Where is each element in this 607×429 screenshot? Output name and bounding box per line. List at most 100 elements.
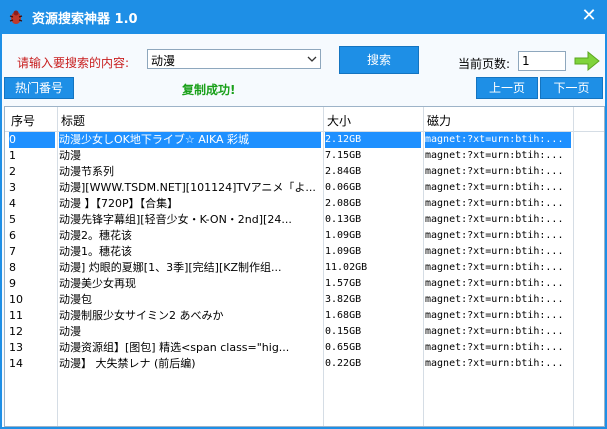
table-row[interactable]: 5 动漫先锋字幕组][轻音少女・K-ON・2nd][24... 0.13GB magn…	[5, 212, 604, 228]
row-title: 动漫	[59, 149, 81, 162]
row-magnet: magnet:?xt=urn:btih:...	[425, 198, 564, 209]
row-size: 0.06GB	[325, 182, 362, 193]
arrow-right-icon[interactable]	[572, 48, 602, 74]
row-size: 0.13GB	[325, 214, 362, 225]
title-bar: 资源搜索神器 1.0 ✕	[0, 0, 607, 34]
window-title: 资源搜索神器 1.0	[32, 11, 138, 27]
row-index: 10	[9, 293, 23, 306]
table-row[interactable]: 4 动漫 】【720P】【合集】 2.08GB magnet:?xt=urn:btih…	[5, 196, 604, 212]
row-index: 13	[9, 341, 23, 354]
row-magnet: magnet:?xt=urn:btih:...	[425, 342, 564, 353]
row-title: 动漫】 大失禁レナ (前后编)	[59, 357, 196, 370]
row-index: 0	[9, 132, 55, 148]
row-index: 6	[9, 229, 16, 242]
table-row[interactable]: 3 动漫][WWW.TSDM.NET][101124]TVアニメ「よ... 0.06…	[5, 180, 604, 196]
row-size: 7.15GB	[325, 150, 362, 161]
row-title: 动漫 】【720P】【合集】	[59, 197, 179, 210]
row-magnet: magnet:?xt=urn:btih:...	[425, 150, 564, 161]
close-icon: ✕	[581, 5, 597, 26]
table-header: 序号 标题 大小 磁力	[5, 107, 604, 132]
table-row[interactable]: 11 动漫制服少女サイミン2 あべみか 1.68GB magnet:?xt=urn:b…	[5, 308, 604, 324]
column-header-index[interactable]: 序号	[11, 112, 35, 129]
row-index: 9	[9, 277, 16, 290]
row-title: 动漫制服少女サイミン2 あべみか	[59, 309, 224, 322]
row-size: 1.09GB	[325, 246, 362, 257]
row-size: 0.65GB	[325, 342, 362, 353]
row-magnet: magnet:?xt=urn:btih:...	[425, 246, 564, 257]
main-panel: 请输入要搜索的内容: 动漫 搜索 当前页数: 1 热门番号 复制成功! 上一页 …	[2, 34, 605, 427]
table-row[interactable]: 2 动漫节系列 2.84GB magnet:?xt=urn:btih:...	[5, 164, 604, 180]
row-magnet: magnet:?xt=urn:btih:...	[425, 230, 564, 241]
search-input-value: 动漫	[151, 54, 176, 68]
prev-page-button[interactable]: 上一页	[476, 77, 538, 99]
row-index: 7	[9, 245, 16, 258]
row-index: 12	[9, 325, 23, 338]
table-row[interactable]: 13 动漫资源组】[图包] 精选<span class="hig... 0.65GB…	[5, 340, 604, 356]
table-row[interactable]: 9 动漫美少女再现 1.57GB magnet:?xt=urn:btih:...	[5, 276, 604, 292]
table-row[interactable]: 12 动漫 0.15GB magnet:?xt=urn:btih:...	[5, 324, 604, 340]
app-window: 资源搜索神器 1.0 ✕ 请输入要搜索的内容: 动漫 搜索 当前页数: 1 热门…	[0, 0, 607, 429]
table-row[interactable]: 0 动漫少女しOK地下ライブ☆ AIKA 彩城 2.12GB magnet:?xt=u…	[5, 132, 604, 148]
row-title: 动漫][WWW.TSDM.NET][101124]TVアニメ「よ...	[59, 181, 316, 194]
row-title: 动漫] 灼眼的夏娜[1、3季][完结][KZ制作组...	[59, 261, 282, 274]
row-size: 0.22GB	[325, 358, 362, 369]
row-title: 动漫资源组】[图包] 精选<span class="hig...	[59, 341, 290, 354]
row-magnet: magnet:?xt=urn:btih:...	[425, 214, 564, 225]
column-header-size[interactable]: 大小	[327, 112, 351, 129]
row-title: 动漫节系列	[59, 165, 114, 178]
copy-status-message: 复制成功!	[182, 83, 236, 97]
results-table[interactable]: 序号 标题 大小 磁力 0 动漫少女しOK地下ライブ☆ AIKA 彩城 2.12GB…	[4, 106, 605, 427]
row-size: 11.02GB	[325, 262, 368, 273]
row-size: 0.15GB	[325, 326, 362, 337]
hot-titles-button[interactable]: 热门番号	[4, 77, 74, 99]
row-index: 1	[9, 149, 16, 162]
row-size: 2.12GB	[325, 132, 421, 148]
page-label: 当前页数:	[458, 57, 511, 71]
row-size: 1.57GB	[325, 278, 362, 289]
table-row[interactable]: 10 动漫包 3.82GB magnet:?xt=urn:btih:...	[5, 292, 604, 308]
row-magnet: magnet:?xt=urn:btih:...	[425, 132, 571, 148]
page-number-value: 1	[522, 54, 530, 68]
table-row[interactable]: 6 动漫2。穗花该 1.09GB magnet:?xt=urn:btih:...	[5, 228, 604, 244]
row-magnet: magnet:?xt=urn:btih:...	[425, 326, 564, 337]
chevron-down-icon[interactable]	[306, 53, 318, 65]
close-button[interactable]: ✕	[577, 5, 601, 27]
row-size: 2.08GB	[325, 198, 362, 209]
row-magnet: magnet:?xt=urn:btih:...	[425, 294, 564, 305]
row-index: 14	[9, 357, 23, 370]
column-header-magnet[interactable]: 磁力	[427, 112, 451, 129]
search-label: 请输入要搜索的内容:	[17, 56, 130, 70]
row-index: 11	[9, 309, 23, 322]
row-magnet: magnet:?xt=urn:btih:...	[425, 278, 564, 289]
row-title: 动漫1。穗花该	[59, 245, 132, 258]
table-body: 0 动漫少女しOK地下ライブ☆ AIKA 彩城 2.12GB magnet:?xt=u…	[5, 132, 604, 372]
row-magnet: magnet:?xt=urn:btih:...	[425, 166, 564, 177]
search-input[interactable]: 动漫	[147, 49, 321, 69]
row-title: 动漫先锋字幕组][轻音少女・K-ON・2nd][24...	[59, 213, 292, 226]
row-title: 动漫	[59, 325, 81, 338]
row-magnet: magnet:?xt=urn:btih:...	[425, 262, 564, 273]
table-row[interactable]: 14 动漫】 大失禁レナ (前后编) 0.22GB magnet:?xt=urn:bt…	[5, 356, 604, 372]
row-index: 4	[9, 197, 16, 210]
row-title: 动漫美少女再现	[59, 277, 136, 290]
row-size: 2.84GB	[325, 166, 362, 177]
row-magnet: magnet:?xt=urn:btih:...	[425, 182, 564, 193]
search-button[interactable]: 搜索	[339, 46, 419, 74]
page-number-input[interactable]: 1	[518, 51, 566, 71]
row-title: 动漫少女しOK地下ライブ☆ AIKA 彩城	[59, 132, 321, 148]
column-header-title[interactable]: 标题	[61, 112, 85, 129]
row-size: 1.68GB	[325, 310, 362, 321]
row-index: 5	[9, 213, 16, 226]
table-row[interactable]: 7 动漫1。穗花该 1.09GB magnet:?xt=urn:btih:...	[5, 244, 604, 260]
table-row[interactable]: 8 动漫] 灼眼的夏娜[1、3季][完结][KZ制作组... 11.02GB magn…	[5, 260, 604, 276]
next-page-button[interactable]: 下一页	[540, 77, 603, 99]
row-title: 动漫2。穗花该	[59, 229, 132, 242]
bug-icon	[9, 10, 23, 24]
row-title: 动漫包	[59, 293, 92, 306]
row-index: 3	[9, 181, 16, 194]
row-size: 3.82GB	[325, 294, 362, 305]
row-size: 1.09GB	[325, 230, 362, 241]
row-index: 8	[9, 261, 16, 274]
row-index: 2	[9, 165, 16, 178]
table-row[interactable]: 1 动漫 7.15GB magnet:?xt=urn:btih:...	[5, 148, 604, 164]
